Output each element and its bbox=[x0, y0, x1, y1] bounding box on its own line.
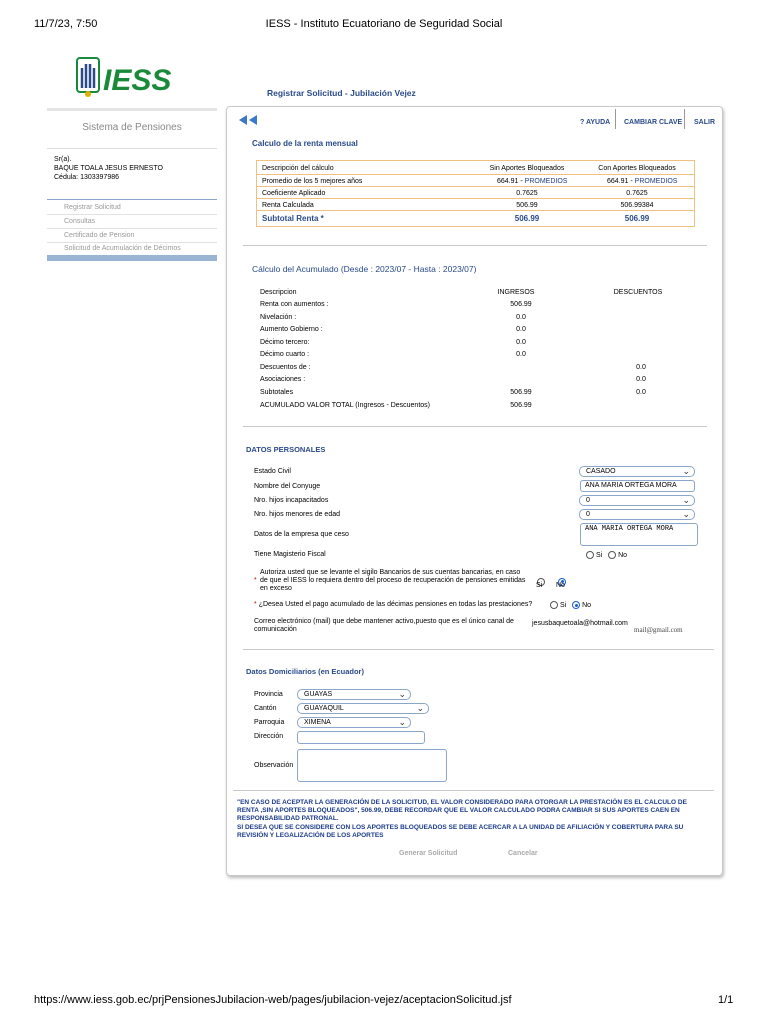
magisterio-si-radio[interactable] bbox=[586, 551, 594, 559]
magisterio-no-radio[interactable] bbox=[608, 551, 617, 559]
chevron-down-icon: ⌄ bbox=[398, 717, 406, 727]
subtotal-con: 506.99 bbox=[624, 214, 650, 223]
observacion-textarea[interactable] bbox=[297, 749, 447, 782]
chevron-down-icon: ⌄ bbox=[398, 689, 406, 699]
sigilo-text: Autoriza usted que se levante el sigilo … bbox=[260, 569, 526, 592]
chevron-down-icon: ⌄ bbox=[416, 703, 424, 713]
canton-select[interactable]: GUAYAQUIL ⌄ bbox=[297, 703, 429, 714]
provincia-select[interactable]: GUAYAS ⌄ bbox=[297, 689, 411, 700]
print-title: IESS - Instituto Ecuatoriano de Segurida… bbox=[265, 18, 503, 30]
decimas-si-radio[interactable] bbox=[550, 601, 558, 609]
correo-label: Correo electrónico (mail) que debe mante… bbox=[254, 618, 514, 633]
renta-table: Descripción del cálculo Sin Aportes Bloq… bbox=[256, 160, 695, 227]
renta-row-sin: 506.99 bbox=[516, 202, 538, 209]
hijos-incapacitados-select[interactable]: 0 ⌄ bbox=[579, 495, 695, 506]
cancel-button[interactable]: Cancelar bbox=[508, 850, 538, 857]
renta-row-label: Promedio de los 5 mejores años bbox=[262, 178, 363, 185]
domicilio-title: Datos Domiciliarios (en Ecuador) bbox=[246, 667, 364, 676]
acumulado-title: Cálculo del Acumulado (Desde : 2023/07 -… bbox=[252, 264, 477, 274]
decimas-radio-group: Si No bbox=[550, 601, 591, 609]
magisterio-radio-group: Si No bbox=[586, 551, 627, 559]
promedios-link[interactable]: PROMEDIOS bbox=[525, 178, 568, 185]
parroquia-select[interactable]: XIMENA ⌄ bbox=[297, 717, 411, 728]
subtotal-sin: 506.99 bbox=[514, 214, 540, 223]
sidebar-item-registrar[interactable]: Registrar Solicitud bbox=[64, 204, 121, 211]
renta-title: Calculo de la renta mensual bbox=[252, 139, 358, 148]
generate-button[interactable]: Generar Solicitud bbox=[399, 850, 457, 857]
page-title: Registrar Solicitud - Jubilación Vejez bbox=[267, 88, 416, 98]
chevron-down-icon: ⌄ bbox=[682, 509, 690, 519]
sidebar-item-acumulacion[interactable]: Solicitud de Acumulación de Décimos bbox=[64, 245, 181, 252]
change-password-link[interactable]: CAMBIAR CLAVE bbox=[624, 119, 682, 126]
sidebar-item-consultas[interactable]: Consultas bbox=[64, 218, 95, 225]
chevron-down-icon: ⌄ bbox=[682, 466, 690, 476]
promedios-link[interactable]: PROMEDIOS bbox=[635, 178, 678, 185]
subtotal-label: Subtotal Renta * bbox=[262, 214, 324, 223]
renta-row-sin: 0.7625 bbox=[516, 190, 538, 197]
user-id: Cédula: 1303397986 bbox=[54, 174, 120, 181]
personales-title: DATOS PERSONALES bbox=[246, 445, 326, 454]
exit-link[interactable]: SALIR bbox=[694, 119, 715, 126]
user-salutation: Sr(a). bbox=[54, 156, 72, 163]
renta-row-sin: 664.91 - PROMEDIOS bbox=[497, 178, 568, 185]
notice-p1: "EN CASO DE ACEPTAR LA GENERACIÓN DE LA … bbox=[237, 799, 687, 822]
user-name: BAQUE TOALA JESUS ERNESTO bbox=[54, 165, 163, 172]
print-url: https://www.iess.gob.ec/prjPensionesJubi… bbox=[34, 994, 512, 1006]
renta-row-label: Renta Calculada bbox=[262, 202, 314, 209]
estado-civil-select[interactable]: CASADO ⌄ bbox=[579, 466, 695, 477]
correo-value[interactable]: jesusbaquetoala@hotmail.com bbox=[532, 620, 628, 627]
iess-logo: IESS bbox=[73, 54, 193, 100]
help-link[interactable]: ? AYUDA bbox=[580, 119, 610, 126]
iess-logo-icon: IESS bbox=[76, 57, 171, 97]
renta-row-label: Coeficiente Aplicado bbox=[262, 190, 326, 197]
renta-row-con: 506.99384 bbox=[620, 202, 654, 209]
print-page: 1/1 bbox=[718, 994, 734, 1006]
empresa-textarea[interactable]: ANA MARIA ORTEGA MORA bbox=[580, 523, 698, 546]
direccion-input[interactable] bbox=[297, 731, 425, 744]
renta-row-con: 0.7625 bbox=[626, 190, 648, 197]
chevron-down-icon: ⌄ bbox=[682, 495, 690, 505]
system-name: Sistema de Pensiones bbox=[82, 122, 182, 133]
svg-text:IESS: IESS bbox=[103, 64, 171, 97]
back-icon[interactable] bbox=[237, 113, 259, 125]
decimas-text: ¿Desea Usted el pago acumulado de las dé… bbox=[258, 601, 533, 608]
sidebar-accent-bar bbox=[47, 255, 217, 261]
sidebar: Sistema de Pensiones Sr(a). BAQUE TOALA … bbox=[47, 108, 217, 261]
correo-hint: mail@gmail.com bbox=[634, 626, 683, 634]
sidebar-item-certificado[interactable]: Certificado de Pension bbox=[64, 232, 134, 239]
conyuge-input[interactable]: ANA MARIA ORTEGA MORA bbox=[580, 480, 695, 492]
acumulado-table: Descripcion INGRESOS DESCUENTOS Renta co… bbox=[260, 289, 663, 409]
decimas-no-radio[interactable] bbox=[572, 601, 581, 609]
hijos-menores-select[interactable]: 0 ⌄ bbox=[579, 509, 695, 520]
renta-row-con: 664.91 - PROMEDIOS bbox=[607, 178, 678, 185]
notice-p2: SI DESEA QUE SE CONSIDERE CON LOS APORTE… bbox=[237, 824, 684, 839]
